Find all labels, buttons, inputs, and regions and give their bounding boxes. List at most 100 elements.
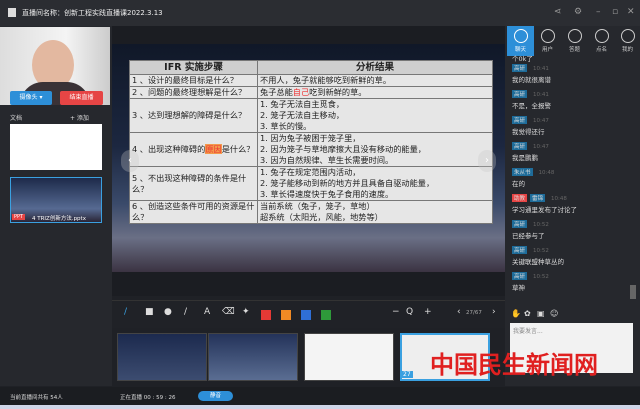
maximize-button[interactable]: ▫ [612,7,618,17]
chat-message: 朱从书 10:48 在的 [512,168,632,188]
role-badge: 助教 [512,194,528,202]
header-steps: IFR 实施步骤 [129,60,258,75]
chat-message: 高研 10:41 不是，全报警 [512,90,632,110]
live-timer: 正在直播 00 : 59 : 26 [120,395,176,401]
tab-users[interactable]: 用户 [534,26,561,56]
hand-icon[interactable]: ✋ [511,309,521,318]
sender-name: 高研 [512,272,528,280]
sender-name: 高研 [512,64,528,72]
page-counter: 27/67 [466,310,482,316]
sender-name: 雷锦 [530,194,546,202]
color-red[interactable] [261,310,271,320]
chat-message: 高研 10:47 我是鹏鹏 [512,142,632,162]
docs-label: 文档 [10,115,23,122]
color-green[interactable] [321,310,331,320]
thumbnail-slide[interactable] [117,333,207,381]
watermark-logo: 中国民生新闻网 [430,351,598,379]
eraser-icon[interactable]: ⌫ [222,307,235,317]
file-name: 4 TRIZ创新方法.pptx [32,216,86,222]
pen-icon[interactable]: / [124,307,127,317]
answer: 1. 兔子无法自主觅食， 2. 笼子无法自主移动， 3. 草长的慢。 [257,98,493,133]
doc-placeholder[interactable] [10,124,102,170]
chat-message: 高研 10:41 我的就很离谱 [512,64,632,84]
message-time: 10:41 [533,66,549,72]
add-doc-button[interactable]: + 添加 [70,113,89,122]
chat-message: 高研 10:52 已经参与了 [512,220,632,240]
table-row: 5 、不出现这种障碍的条件是什么？ 1. 兔子在规定范围内活动， 2. 笼子能移动到… [129,166,493,201]
answer: 不用人，兔子就能够吃到新鲜的草。 [257,74,493,87]
message-time: 10:47 [533,118,549,124]
prev-page-button[interactable]: ‹ [457,307,461,317]
settings-icon[interactable]: ⚙ [574,7,582,17]
table-row: 6 、创造这些条件可用的资源是什么？ 当前系统（兔子，笼子，草地） 超系统（太阳光，… [129,200,493,224]
taskbar-strip [0,405,640,409]
text-icon[interactable]: A [204,307,210,317]
zoom-in-button[interactable]: + [424,307,432,317]
share-icon[interactable]: ⋖ [554,7,562,17]
message-text: 在的 [512,180,525,188]
answer: 当前系统（兔子，笼子，草地） 超系统（太阳光，风能，地势等） [257,200,493,224]
header-results: 分析结果 [257,60,493,75]
window-title: 直播间名称：创新工程实践直播课2022.3.13 [22,9,163,17]
sender-name: 高研 [512,220,528,228]
flower-icon[interactable]: ✿ [524,309,531,318]
message-text: 我的就很离谱 [512,76,551,84]
chat-message: 助教 雷锦 10:48 学习通里发布了讨论了 [512,194,632,214]
tab-quiz[interactable]: 答题 [561,26,588,56]
message-text: 已经参与了 [512,232,545,240]
thumbnail-slide[interactable] [304,333,394,381]
message-time: 10:47 [533,144,549,150]
tab-rollcall[interactable]: 点名 [588,26,615,56]
online-count: 当前直播间共有 54人 [10,395,63,401]
minimize-button[interactable]: – [596,7,601,17]
thumbnail-slide[interactable] [208,333,298,381]
zoom-icon[interactable]: Q [406,307,413,317]
question: 4 、出现这种障碍的原因是什么？ [129,132,258,167]
table-row: 2 、问题的最终理想解是什么？ 兔子总能自己吃到新鲜的草。 [129,86,493,99]
message-time: 10:52 [533,274,549,280]
chat-message-text: 个0k了 [512,55,533,63]
line-icon[interactable]: / [184,307,187,317]
message-text: 草神 [512,284,525,292]
message-text: 学习通里发布了讨论了 [512,206,577,214]
table-row: 4 、出现这种障碍的原因是什么？ 1. 因为兔子被困于笼子里， 2. 因为笼子与草地… [129,132,493,167]
chat-message: 高研 10:52 关键联盟种草丛的 [512,246,632,266]
color-blue[interactable] [301,310,311,320]
color-orange[interactable] [281,310,291,320]
mute-button[interactable]: 静音 [198,391,233,401]
rectangle-icon[interactable]: ■ [145,307,154,317]
next-page-button[interactable]: › [492,307,496,317]
next-slide-button[interactable]: › [478,150,496,172]
sender-name: 高研 [512,90,528,98]
thumbnail-number: 27 [401,371,413,378]
sender-name: 高研 [512,116,528,124]
message-time: 10:48 [538,170,555,176]
question: 6 、创造这些条件可用的资源是什么？ [129,200,258,224]
laser-icon[interactable]: ✦ [242,307,250,317]
chat-message: 高研 10:47 我觉得还行 [512,116,632,136]
camera-button[interactable]: 摄像头 ▾ [10,91,52,105]
close-button[interactable]: ✕ [627,7,635,17]
prev-slide-button[interactable]: ‹ [121,150,139,172]
message-text: 关键联盟种草丛的 [512,258,564,266]
sender-name: 朱从书 [512,168,533,176]
table-row: 3 、达到理想解的障碍是什么？ 1. 兔子无法自主觅食， 2. 笼子无法自主移动， 3… [129,98,493,133]
question: 2 、问题的最终理想解是什么？ [129,86,258,99]
zoom-out-button[interactable]: − [392,307,400,317]
sender-name: 高研 [512,142,528,150]
tab-mine[interactable]: 我的 [614,26,640,56]
message-time: 10:52 [533,248,549,254]
message-text: 不是，全报警 [512,102,551,110]
image-icon[interactable]: ▣ [537,309,545,318]
end-live-button[interactable]: 结束直播 [60,91,103,105]
file-badge: PPT [12,214,26,220]
circle-icon[interactable]: ● [164,307,172,317]
chat-scrollbar[interactable] [630,285,636,299]
status-bar [0,387,640,405]
tab-chat[interactable]: 聊天 [507,26,534,56]
message-text: 我是鹏鹏 [512,154,538,162]
emoji-icon[interactable]: ☺ [550,309,558,318]
answer: 兔子总能自己吃到新鲜的草。 [257,86,493,99]
message-text: 我觉得还行 [512,128,545,136]
app-icon [8,8,16,17]
